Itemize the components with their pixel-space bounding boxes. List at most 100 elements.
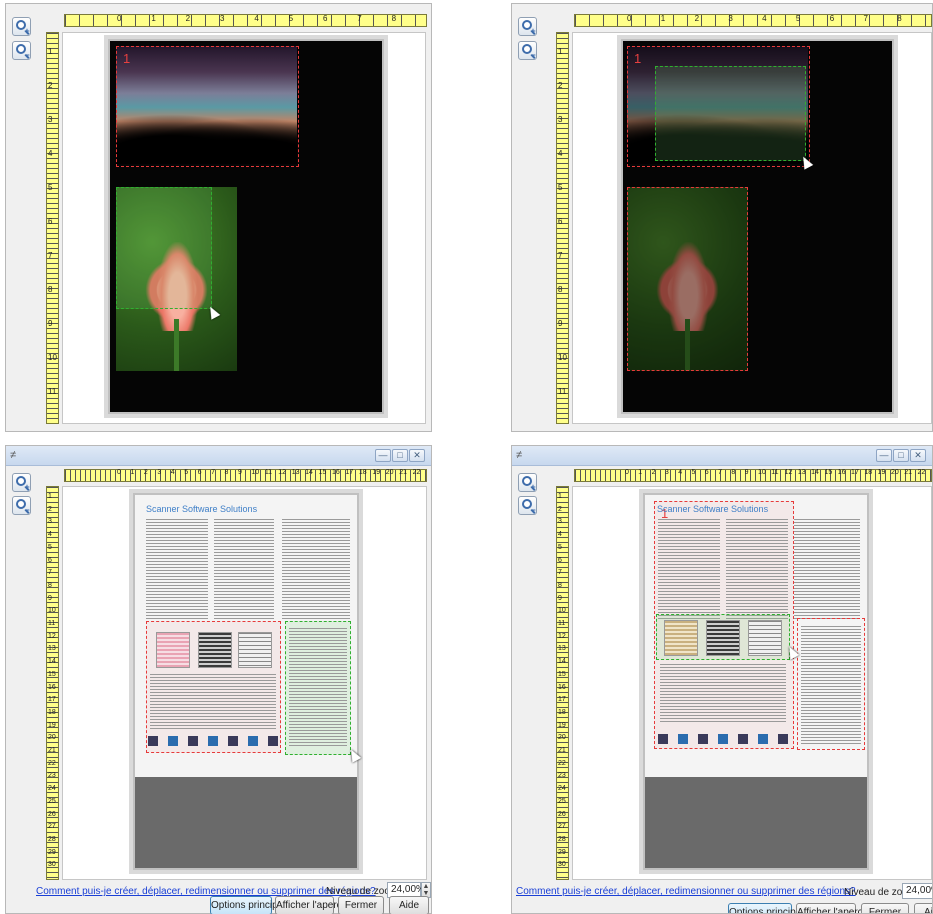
- ruler-tick-label: 14: [558, 658, 566, 666]
- ruler-tick-label: 2: [143, 469, 148, 476]
- zoom-in-button[interactable]: +: [12, 17, 31, 36]
- ruler-tick-label: 5: [184, 469, 189, 476]
- preview-panel-document-edited: ≠ — □ ✕ + − 0 1 2 3 4 5 6 7 8 9 10 11 12 13 14 15 16 17 18…: [511, 445, 933, 914]
- document-thumbnail: [706, 620, 740, 656]
- ruler-tick-label: 6: [558, 217, 563, 226]
- magnifier-plus-icon: +: [522, 476, 536, 492]
- zoom-out-button[interactable]: −: [12, 496, 31, 515]
- close-button[interactable]: Fermer: [338, 896, 384, 914]
- close-button[interactable]: Fermer: [861, 903, 909, 913]
- preview-button[interactable]: Afficher l'aperçu: [275, 896, 347, 914]
- ruler-tick-label: 2: [185, 14, 191, 23]
- scan-region[interactable]: 1: [116, 46, 299, 167]
- ruler-tick-label: 4: [254, 14, 259, 23]
- ruler-tick-label: 15: [824, 469, 833, 476]
- vertical-ruler: 1 2 3 4 5 6 7 8 9 10 11: [46, 32, 59, 424]
- ruler-tick-label: 9: [744, 469, 749, 476]
- help-button[interactable]: Aide: [914, 903, 932, 913]
- zoom-out-button[interactable]: −: [518, 496, 537, 515]
- ruler-tick-label: 21: [558, 747, 566, 754]
- zoom-in-button[interactable]: +: [12, 473, 31, 492]
- ruler-tick-label: 2: [558, 505, 562, 513]
- ruler-tick-label: 0: [117, 14, 122, 23]
- ruler-tick-label: 4: [170, 469, 175, 476]
- zoom-in-button[interactable]: +: [518, 17, 537, 36]
- ruler-tick-label: 10: [757, 469, 766, 476]
- document-text-column: [146, 519, 208, 619]
- ruler-tick-label: 23: [558, 772, 566, 780]
- ruler-tick-label: 3: [157, 469, 162, 476]
- ruler-tick-label: 7: [558, 251, 563, 260]
- minimize-button[interactable]: —: [876, 449, 892, 462]
- ruler-tick-label: 30: [48, 861, 56, 869]
- main-options-button[interactable]: Options principal: [728, 903, 803, 913]
- ruler-tick-label: 19: [372, 469, 381, 476]
- ruler-tick-label: 19: [48, 721, 56, 729]
- ruler-tick-label: 1: [48, 47, 53, 56]
- ruler-tick-label: 3: [219, 14, 225, 23]
- ruler-tick-label: 8: [48, 285, 53, 294]
- ruler-tick-label: 10: [48, 353, 57, 362]
- ruler-tick-label: 22: [48, 759, 56, 767]
- ruler-tick-label: 2: [48, 81, 53, 90]
- ruler-tick-label: 28: [558, 835, 566, 843]
- spin-up-icon[interactable]: ▲: [422, 883, 430, 890]
- zoom-in-button[interactable]: +: [518, 473, 537, 492]
- regions-help-link[interactable]: Comment puis-je créer, déplacer, redimen…: [516, 886, 856, 897]
- help-button[interactable]: Aide: [389, 896, 429, 914]
- restore-button[interactable]: □: [893, 449, 909, 462]
- close-window-button[interactable]: ✕: [910, 449, 926, 462]
- ruler-tick-label: 1: [130, 469, 135, 476]
- ruler-tick-label: 5: [48, 543, 52, 551]
- scan-region[interactable]: [627, 187, 748, 371]
- zoom-level-input[interactable]: 24,00%: [902, 883, 932, 899]
- ruler-ticks: 0 1 2 3 4 5 6 7 8: [117, 14, 426, 23]
- ruler-tick-label: 15: [558, 670, 566, 678]
- preview-button[interactable]: Afficher l'aperçu: [796, 903, 868, 913]
- ruler-tick-label: 6: [48, 217, 53, 226]
- ruler-tick-label: 1: [558, 47, 563, 56]
- ruler-tick-label: 4: [558, 531, 562, 539]
- ruler-tick-label: 11: [48, 620, 56, 627]
- ruler-tick-label: 20: [385, 469, 394, 476]
- ruler-tick-label: 3: [48, 115, 53, 124]
- ruler-tick-label: 10: [48, 607, 56, 615]
- ruler-tick-label: 11: [48, 387, 57, 396]
- ruler-tick-label: 2: [694, 14, 700, 23]
- ruler-tick-label: 11: [771, 469, 779, 476]
- ruler-tick-label: 10: [558, 353, 567, 362]
- ruler-tick-label: 16: [48, 683, 56, 691]
- ruler-tick-label: 6: [704, 469, 709, 476]
- drawing-region[interactable]: [116, 187, 212, 309]
- zoom-out-button[interactable]: −: [518, 41, 537, 60]
- document-text-column: [726, 519, 788, 619]
- ruler-tick-label: 6: [558, 556, 562, 564]
- ruler-tick-label: 16: [332, 469, 340, 476]
- magnifier-minus-icon: −: [522, 44, 536, 60]
- ruler-tick-label: 3: [48, 518, 52, 526]
- ruler-tick-label: 27: [558, 823, 566, 831]
- ruler-tick-label: 5: [691, 469, 696, 476]
- app-icon: ≠: [10, 449, 17, 461]
- preview-panel-photos-initial: + − 0 1 2 3 4 5 6 7 8 1 2 3 4 5 6 7 8 9 10 11 1: [5, 3, 432, 432]
- ruler-tick-label: 17: [48, 696, 56, 704]
- close-window-button[interactable]: ✕: [409, 449, 425, 462]
- vertical-ruler: 1 2 3 4 5 6 7 8 9 10 11 12 13 14 15 16 17 18 19 20 21 22 23 24 2…: [46, 486, 59, 880]
- ruler-tick-label: 24: [558, 785, 566, 793]
- ruler-ticks: 0 1 2 3 4 5 6 7 8 9 10 11 12 13 14 15 16 17 18 19 20 21 22: [625, 469, 931, 476]
- drawing-region[interactable]: [655, 66, 806, 161]
- ruler-tick-label: 13: [48, 645, 56, 653]
- ruler-tick-label: 6: [322, 14, 328, 23]
- ruler-tick-label: 20: [558, 734, 566, 742]
- ruler-tick-label: 13: [558, 645, 566, 653]
- ruler-tick-label: 30: [558, 861, 566, 869]
- ruler-tick-label: 8: [897, 14, 902, 23]
- ruler-tick-label: 23: [48, 772, 56, 780]
- zoom-out-button[interactable]: −: [12, 41, 31, 60]
- horizontal-ruler: 0 1 2 3 4 5 6 7 8 9 10 11 12 13 14 15 16 17 18 19 20 21 22: [64, 469, 427, 482]
- minimize-button[interactable]: —: [375, 449, 391, 462]
- main-options-button[interactable]: Options principal: [210, 896, 285, 914]
- restore-button[interactable]: □: [392, 449, 408, 462]
- ruler-tick-label: 11: [558, 387, 567, 396]
- ruler-tick-label: 18: [358, 469, 367, 476]
